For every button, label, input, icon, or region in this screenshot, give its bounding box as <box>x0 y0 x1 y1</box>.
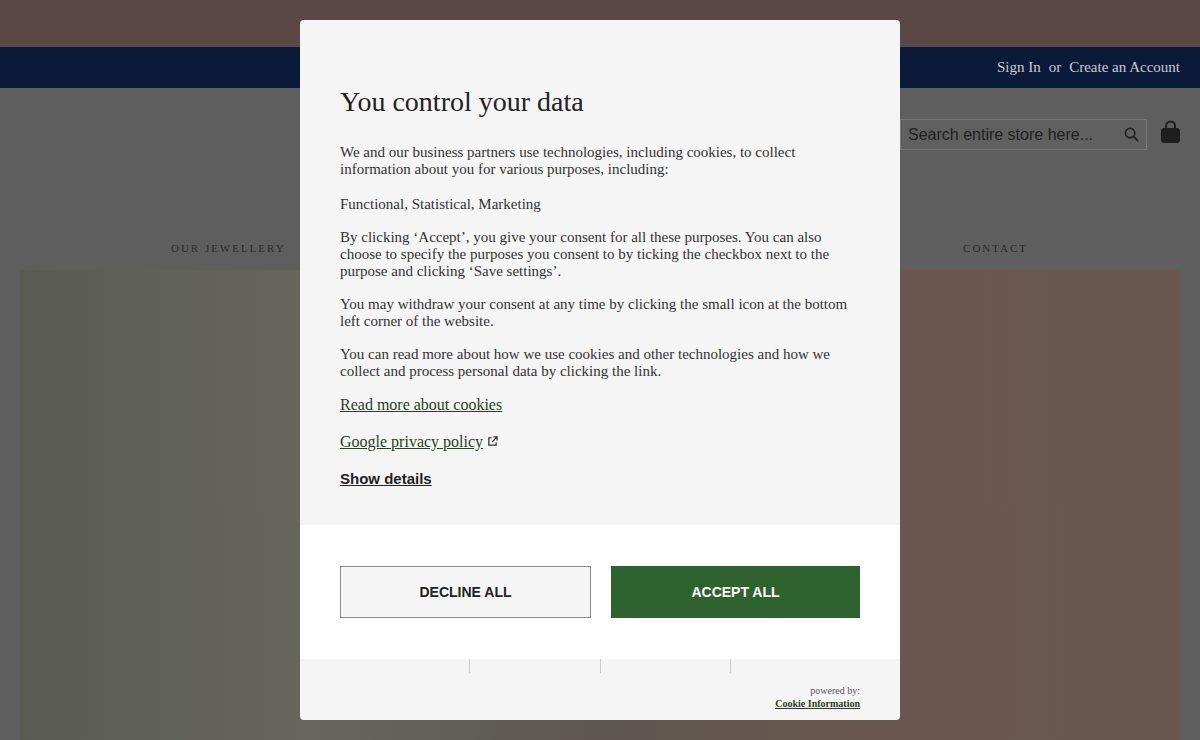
brand-link[interactable]: Cookie Information <box>775 697 860 710</box>
info-text: By clicking ‘Accept’, you give your cons… <box>340 229 860 280</box>
policy-link[interactable]: Google privacy policy <box>340 433 860 450</box>
nav-item[interactable]: CONTACT <box>963 240 1028 257</box>
account-link[interactable]: Create an Account <box>1069 56 1180 79</box>
external-link-icon[interactable] <box>487 436 498 447</box>
dialog-title: You control your data <box>340 86 860 118</box>
intro-text: We and our business partners use technol… <box>340 144 860 178</box>
info-text: You may withdraw your consent at any tim… <box>340 296 860 330</box>
cart-icon[interactable] <box>1160 120 1181 144</box>
accept-all-button[interactable]: ACCEPT ALL <box>611 566 860 618</box>
show-details-link[interactable]: Show details <box>340 470 860 487</box>
powered-by-text: powered by: <box>775 684 860 697</box>
cookie-dialog: You control your data We and our business… <box>300 20 900 720</box>
search-input[interactable] <box>908 123 1124 147</box>
search-icon[interactable] <box>1124 127 1139 142</box>
account-link[interactable]: Sign In <box>997 56 1041 79</box>
info-text: You can read more about how we use cooki… <box>340 346 860 380</box>
decline-all-button[interactable]: DECLINE ALL <box>340 566 591 618</box>
link-label[interactable]: Read more about cookies <box>340 396 502 413</box>
policy-link[interactable]: Read more about cookies <box>340 396 860 413</box>
search-box[interactable] <box>900 119 1147 150</box>
link-label[interactable]: Google privacy policy <box>340 433 483 450</box>
nav-item[interactable]: OUR JEWELLERY <box>171 240 286 257</box>
separator-text: or <box>1049 56 1062 79</box>
purposes-text: Functional, Statistical, Marketing <box>340 196 860 213</box>
